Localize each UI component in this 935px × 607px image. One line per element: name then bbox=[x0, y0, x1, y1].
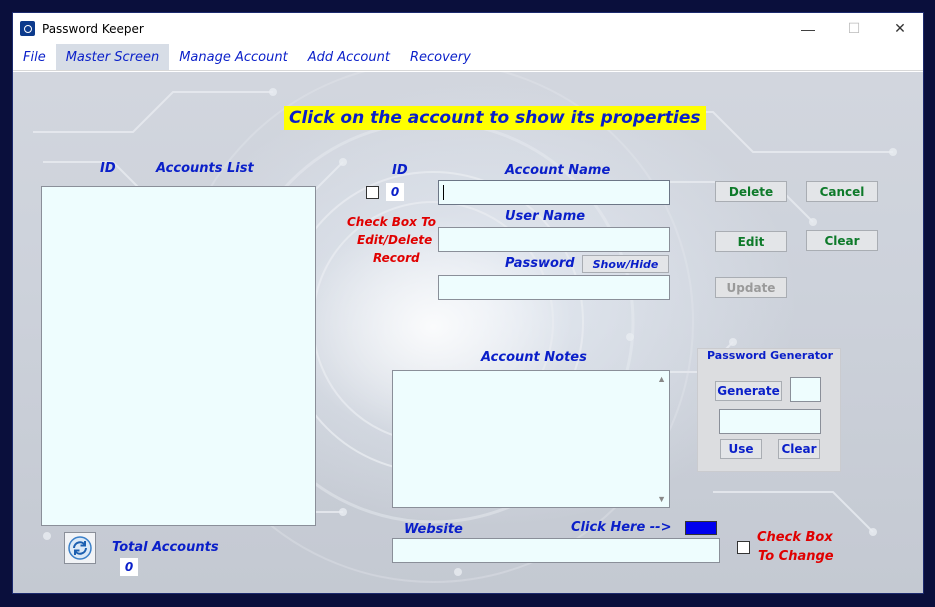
update-button[interactable]: Update bbox=[715, 277, 787, 298]
click-here-label: Click Here --> bbox=[571, 520, 672, 535]
website-label: Website bbox=[404, 522, 463, 537]
check-hint-line2: Edit/Delete bbox=[357, 233, 433, 247]
account-notes-label: Account Notes bbox=[481, 350, 587, 365]
user-name-label: User Name bbox=[505, 209, 586, 224]
refresh-icon bbox=[68, 536, 92, 560]
clear-button[interactable]: Clear bbox=[806, 230, 878, 251]
edit-button[interactable]: Edit bbox=[715, 231, 787, 252]
instruction-banner: Click on the account to show its propert… bbox=[284, 106, 706, 130]
master-screen-panel: Click on the account to show its propert… bbox=[13, 72, 923, 593]
scroll-up-icon[interactable]: ▲ bbox=[657, 374, 666, 384]
open-website-button[interactable] bbox=[685, 521, 717, 535]
title-bar: Password Keeper — ☐ ✕ bbox=[13, 13, 923, 44]
account-notes-textarea[interactable]: ▲ ▼ bbox=[392, 370, 670, 508]
minimize-button[interactable]: — bbox=[785, 13, 831, 44]
refresh-button[interactable] bbox=[64, 532, 96, 564]
total-accounts-label: Total Accounts bbox=[112, 540, 219, 555]
check-change-line1: Check Box bbox=[757, 530, 833, 545]
app-lock-icon bbox=[20, 21, 35, 36]
account-name-input[interactable] bbox=[438, 180, 670, 205]
scroll-down-icon[interactable]: ▼ bbox=[657, 494, 666, 504]
password-length-input[interactable] bbox=[790, 377, 821, 402]
accounts-list[interactable] bbox=[41, 186, 316, 526]
account-name-label: Account Name bbox=[505, 163, 611, 178]
generate-button[interactable]: Generate bbox=[715, 381, 782, 401]
menu-manage-account[interactable]: Manage Account bbox=[169, 44, 298, 70]
check-hint-line3: Record bbox=[373, 251, 420, 265]
menu-add-account[interactable]: Add Account bbox=[298, 44, 400, 70]
window-title: Password Keeper bbox=[42, 21, 144, 36]
menu-file[interactable]: File bbox=[13, 44, 56, 70]
menu-bar: File Master Screen Manage Account Add Ac… bbox=[13, 44, 923, 71]
password-generator-title: Password Generator bbox=[707, 349, 834, 362]
menu-master-screen[interactable]: Master Screen bbox=[55, 44, 170, 70]
record-id-value: 0 bbox=[386, 183, 404, 201]
app-window: Password Keeper — ☐ ✕ File Master Screen… bbox=[12, 12, 924, 594]
password-generator-group: Password Generator Generate Use Clear bbox=[697, 348, 841, 472]
generator-clear-button[interactable]: Clear bbox=[778, 439, 820, 459]
list-id-header: ID bbox=[100, 161, 116, 176]
generated-password-output[interactable] bbox=[719, 409, 821, 434]
password-label: Password bbox=[505, 256, 575, 271]
password-input[interactable] bbox=[438, 275, 670, 300]
check-hint-line1: Check Box To bbox=[347, 215, 436, 229]
change-website-checkbox[interactable] bbox=[737, 541, 750, 554]
use-password-button[interactable]: Use bbox=[720, 439, 762, 459]
cancel-button[interactable]: Cancel bbox=[806, 181, 878, 202]
show-hide-button[interactable]: Show/Hide bbox=[582, 255, 669, 273]
user-name-input[interactable] bbox=[438, 227, 670, 252]
check-change-line2: To Change bbox=[758, 549, 834, 564]
text-caret bbox=[443, 185, 444, 200]
maximize-button[interactable]: ☐ bbox=[831, 13, 877, 44]
accounts-list-header: Accounts List bbox=[156, 161, 254, 176]
menu-recovery[interactable]: Recovery bbox=[400, 44, 481, 70]
edit-delete-checkbox[interactable] bbox=[366, 186, 379, 199]
website-input[interactable] bbox=[392, 538, 720, 563]
record-id-label: ID bbox=[392, 163, 408, 178]
total-accounts-value: 0 bbox=[120, 558, 138, 576]
delete-button[interactable]: Delete bbox=[715, 181, 787, 202]
close-button[interactable]: ✕ bbox=[877, 13, 923, 44]
